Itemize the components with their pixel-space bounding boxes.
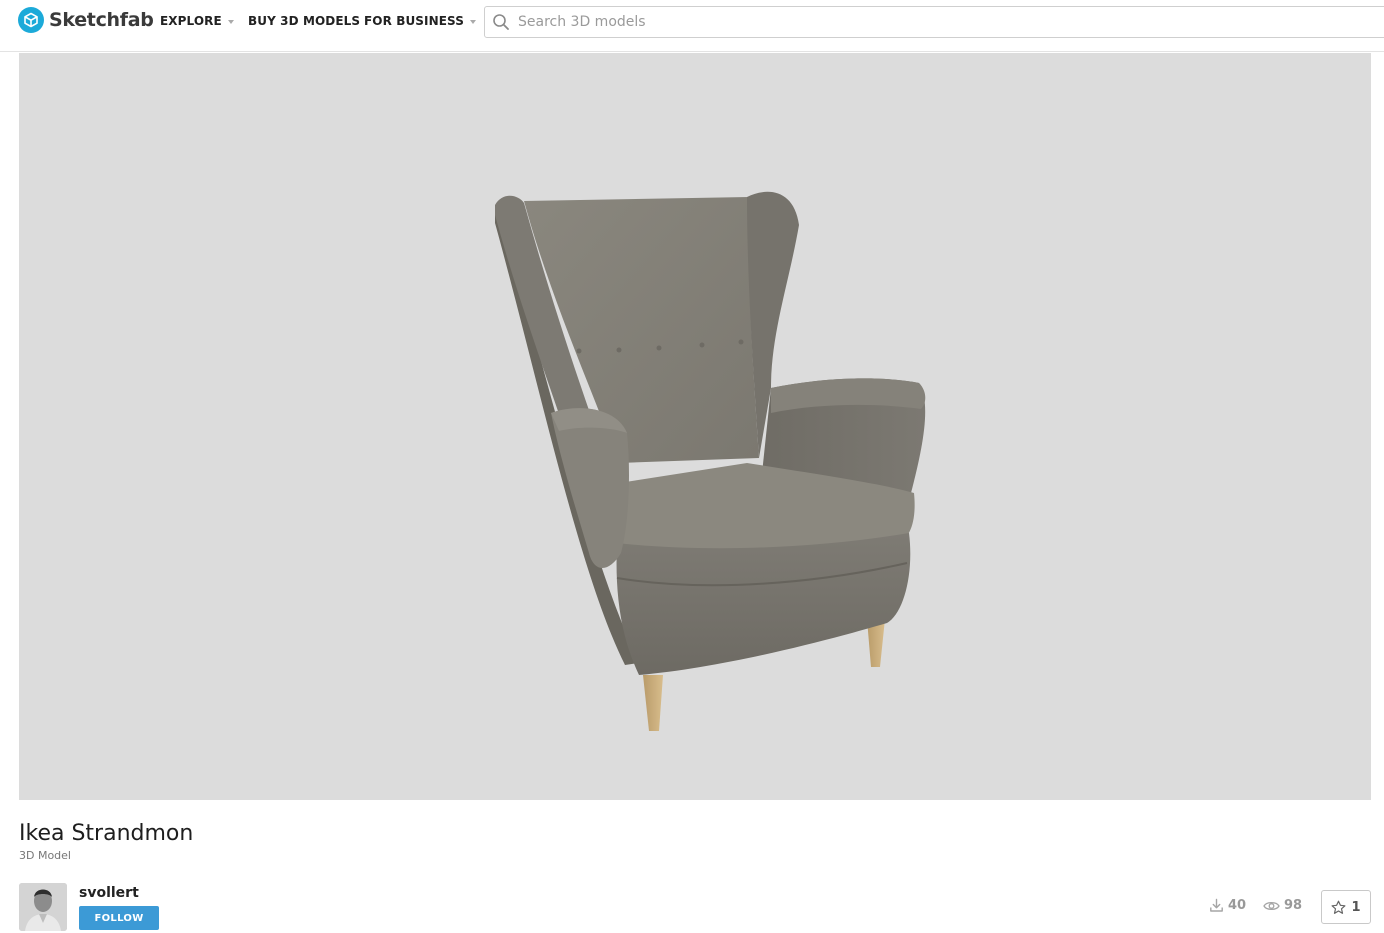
nav-explore-label: EXPLORE — [160, 14, 222, 28]
caret-down-icon — [227, 19, 234, 24]
sketchfab-logo[interactable]: Sketchfab — [18, 7, 154, 33]
chair-leg — [643, 675, 663, 731]
download-icon — [1210, 898, 1223, 912]
downloads-count: 40 — [1228, 898, 1247, 913]
likes-count: 1 — [1351, 899, 1361, 915]
chair-button — [656, 345, 662, 351]
chair-button — [576, 348, 582, 354]
author-name[interactable]: svollert — [79, 885, 139, 901]
eye-icon — [1263, 901, 1280, 910]
nav-buy-label: BUY 3D MODELS — [248, 14, 361, 28]
model-type-label: 3D Model — [19, 849, 71, 862]
chair-button — [738, 339, 744, 345]
nav-buy-3d-models[interactable]: BUY 3D MODELS — [248, 14, 360, 28]
search-icon — [493, 14, 509, 30]
downloads-stat: 40 — [1209, 898, 1246, 913]
views-stat: 98 — [1263, 898, 1302, 913]
armchair-3d-model[interactable] — [19, 53, 1371, 800]
caret-down-icon — [470, 19, 477, 24]
author-avatar[interactable] — [19, 883, 67, 931]
chair-button — [616, 347, 622, 353]
follow-button[interactable]: FOLLOW — [79, 906, 159, 930]
sketchfab-cube-icon — [18, 7, 44, 33]
chair-front-base — [616, 533, 911, 675]
nav-business-label: FOR BUSINESS — [364, 14, 465, 28]
chair-left-arm — [551, 408, 629, 568]
model-title: Ikea Strandmon — [19, 821, 194, 846]
search-box[interactable] — [484, 6, 1384, 38]
user-avatar-icon — [19, 883, 67, 931]
views-count: 98 — [1284, 898, 1303, 913]
top-navigation-bar: Sketchfab EXPLORE BUY 3D MODELS FOR BUSI… — [0, 0, 1384, 52]
chair-button — [699, 342, 705, 348]
nav-explore[interactable]: EXPLORE — [160, 14, 234, 28]
nav-for-business[interactable]: FOR BUSINESS — [364, 14, 477, 28]
search-input[interactable] — [516, 13, 1376, 31]
model-viewer[interactable] — [19, 53, 1371, 800]
like-button[interactable]: 1 — [1321, 890, 1371, 924]
star-icon — [1331, 900, 1346, 914]
brand-name: Sketchfab — [49, 9, 154, 31]
